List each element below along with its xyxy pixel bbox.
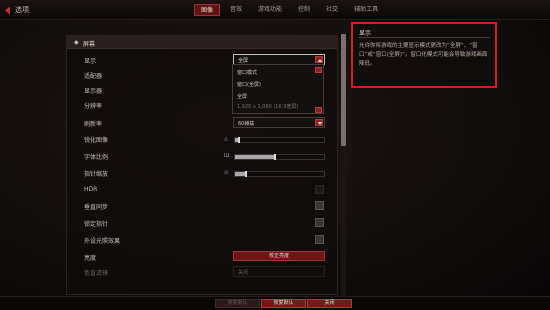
caret-down-icon <box>315 119 323 126</box>
row-peripheral-lighting: 外设光照效果 <box>67 233 337 248</box>
slider-track[interactable] <box>234 154 325 160</box>
row-label: 刷新率 <box>84 121 103 128</box>
hdr-checkbox[interactable] <box>315 185 324 194</box>
slider-thumb[interactable] <box>274 154 277 160</box>
row-cursor-scale: 指针缩放 ⊙ <box>67 166 337 181</box>
slider-thumb[interactable] <box>238 137 241 143</box>
row-label: 显示器 <box>84 88 103 95</box>
section-title: 屏幕 <box>83 41 96 48</box>
restore-defaults-disabled-button[interactable]: 恢复默认 <box>215 299 260 308</box>
row-font-scale: 字体比例 Ш <box>67 149 337 164</box>
section-header-screen[interactable]: ◆ 屏幕 <box>67 36 337 49</box>
footer-bar: 恢复默认 恢复默认 关闭 <box>0 296 550 310</box>
tab-graphics[interactable]: 图像 <box>194 4 221 16</box>
sharpen-slider[interactable]: ◬ <box>224 136 325 144</box>
cursor-icon: ⊙ <box>224 170 229 176</box>
description-body: 允许你将游戏的主要显示模式更改为“全屏”、“窗口”或“窗口(全屏)”。窗口化模式… <box>359 43 488 67</box>
restore-defaults-button[interactable]: 恢复默认 <box>261 299 306 308</box>
row-label: 垂直同步 <box>84 204 109 211</box>
row-lock-cursor: 锁定指针 <box>67 216 337 231</box>
vsync-checkbox[interactable] <box>315 201 324 210</box>
scrollbar-thumb[interactable] <box>341 34 346 146</box>
row-hdr: HDR <box>67 183 337 198</box>
calibrate-brightness-button[interactable]: 校正亮度 <box>233 251 325 261</box>
tab-gameplay[interactable]: 游戏功能 <box>252 4 288 16</box>
dropdown-value: 60赫兹 <box>238 121 255 127</box>
top-bar: 选项 图像 音效 游戏功能 控制 社交 辅助工具 <box>0 0 550 20</box>
tab-sound[interactable]: 音效 <box>224 4 248 16</box>
tab-social[interactable]: 社交 <box>320 4 344 16</box>
option-windowed[interactable]: 窗口模式 <box>237 69 257 76</box>
font-scale-slider[interactable]: Ш <box>224 153 325 161</box>
row-vsync: 垂直同步 <box>67 199 337 214</box>
row-label: 锁定指针 <box>84 221 109 228</box>
sharpen-icon: ◬ <box>224 136 228 142</box>
dropdown-value: 全屏 <box>238 58 249 64</box>
lock-cursor-checkbox[interactable] <box>315 218 324 227</box>
tab-controls[interactable]: 控制 <box>292 4 316 16</box>
row-label: 锐化图像 <box>84 137 109 144</box>
slider-thumb[interactable] <box>244 171 247 177</box>
divider <box>358 37 490 38</box>
back-label: 选项 <box>15 6 29 14</box>
back-arrow-icon <box>4 6 11 15</box>
slider-fill <box>235 155 276 159</box>
row-sharpen: 锐化图像 ◬ <box>67 132 337 147</box>
row-label: 显示 <box>84 58 97 65</box>
scroll-up-icon[interactable] <box>315 67 322 73</box>
colorblind-dropdown[interactable]: 关闭 <box>233 266 325 277</box>
cursor-scale-slider[interactable]: ⊙ <box>224 170 325 178</box>
row-label: 分辨率 <box>84 103 103 110</box>
row-label: 适配器 <box>84 73 103 80</box>
caret-up-icon <box>315 56 323 63</box>
option-fullscreen[interactable]: 全屏 <box>237 93 247 100</box>
display-options-list: 窗口模式 窗口(全屏) 全屏 1,920 x 1,080 (16:9宽屏) <box>232 64 324 114</box>
scroll-down-icon[interactable] <box>315 107 322 113</box>
refresh-dropdown[interactable]: 60赫兹 <box>233 117 325 128</box>
option-resolution-preview: 1,920 x 1,080 (16:9宽屏) <box>237 104 299 110</box>
row-colorblind: 色盲滤镜 关闭 <box>67 265 337 280</box>
description-title: 显示 <box>359 30 372 37</box>
tab-bar: 图像 音效 游戏功能 控制 社交 辅助工具 <box>194 4 384 16</box>
row-refresh: 刷新率 60赫兹 <box>67 116 337 131</box>
row-label: 外设光照效果 <box>84 238 121 245</box>
row-label: 指针缩放 <box>84 171 109 178</box>
font-icon: Ш <box>224 153 230 159</box>
collapse-icon: ◆ <box>74 39 79 46</box>
slider-track[interactable] <box>234 171 325 177</box>
option-windowed-fullscreen[interactable]: 窗口(全屏) <box>237 81 261 88</box>
options-scrollbar[interactable] <box>315 67 322 113</box>
row-brightness: 亮度 校正亮度 <box>67 250 337 265</box>
peripheral-lighting-checkbox[interactable] <box>315 235 324 244</box>
tab-accessibility[interactable]: 辅助工具 <box>348 4 384 16</box>
row-label: HDR <box>84 186 98 193</box>
back-button[interactable]: 选项 <box>4 5 29 15</box>
close-button[interactable]: 关闭 <box>307 299 352 308</box>
row-label: 亮度 <box>84 255 97 262</box>
dropdown-value: 关闭 <box>238 270 249 276</box>
slider-track[interactable] <box>234 137 325 143</box>
row-label: 字体比例 <box>84 154 109 161</box>
description-box: 显示 允许你将游戏的主要显示模式更改为“全屏”、“窗口”或“窗口(全屏)”。窗口… <box>351 22 497 88</box>
panel-scrollbar[interactable] <box>341 30 346 298</box>
row-label: 色盲滤镜 <box>84 270 109 277</box>
